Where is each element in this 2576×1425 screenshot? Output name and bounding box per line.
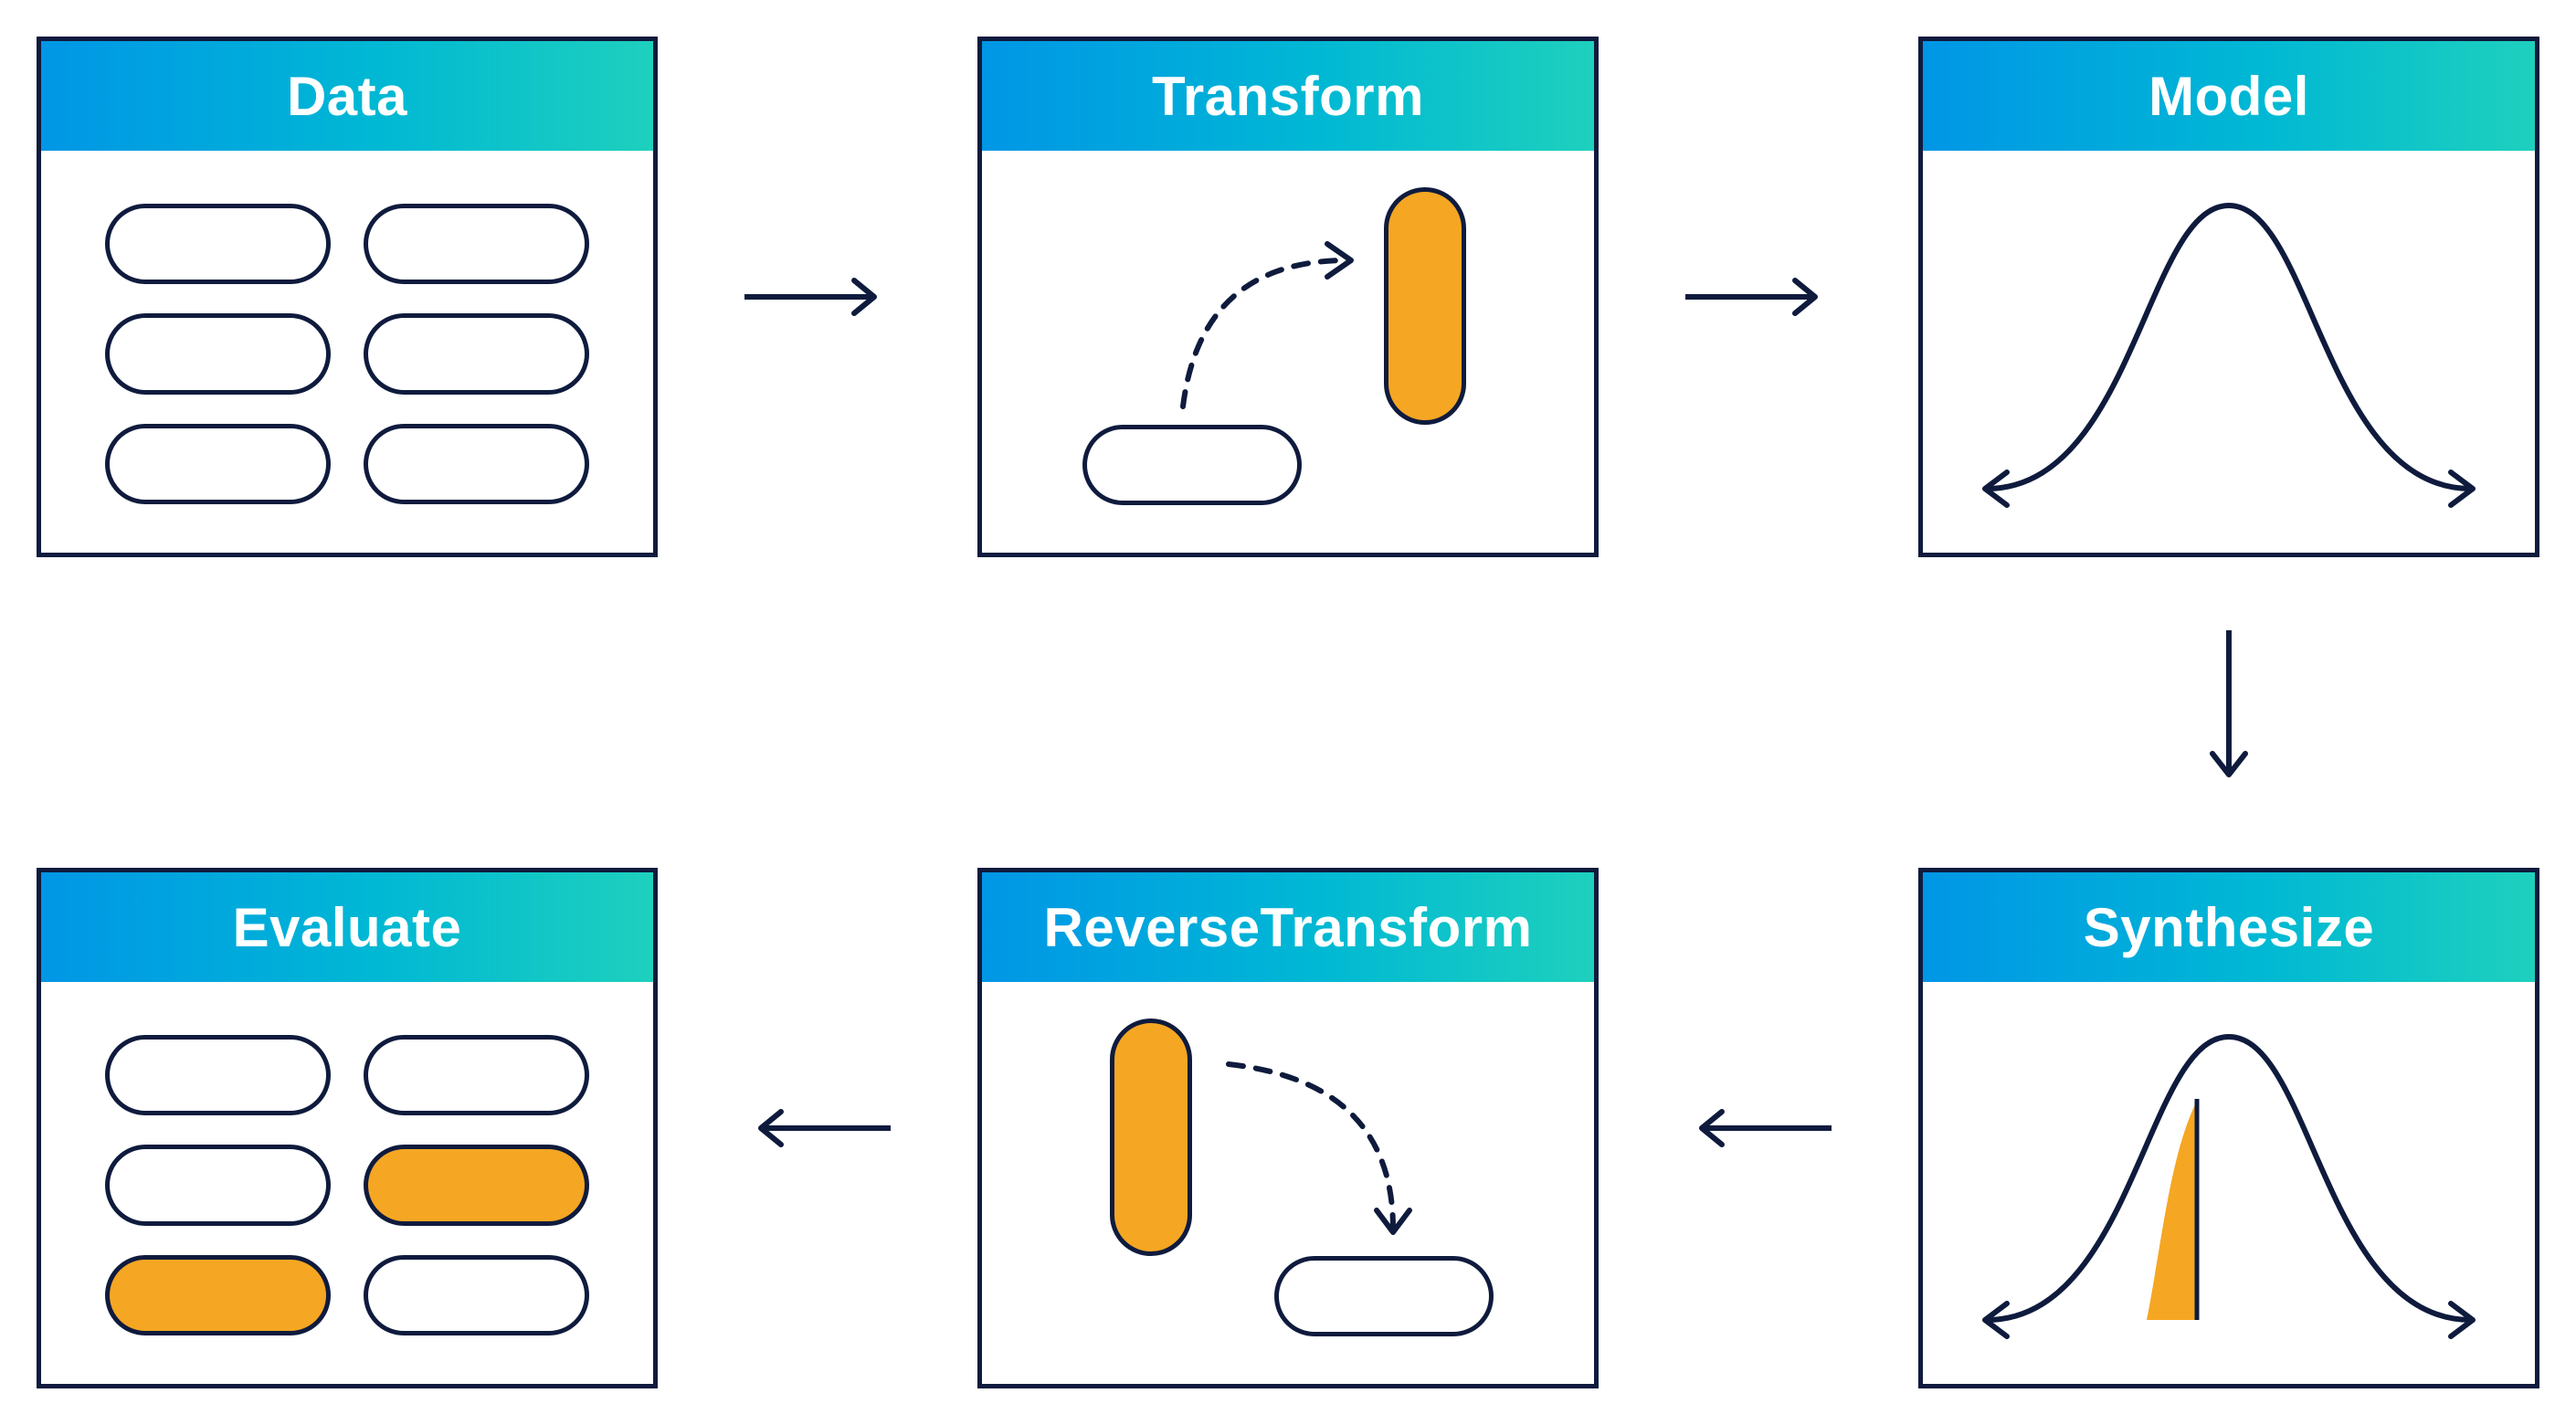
card-reverse-transform-body xyxy=(982,982,1594,1388)
transform-pill-horizontal xyxy=(1082,425,1302,505)
arrow-down xyxy=(1918,557,2539,868)
card-synthesize-title: Synthesize xyxy=(2084,896,2374,959)
reverse-pill-vertical xyxy=(1110,1019,1192,1256)
reverse-dashed-arrow-icon xyxy=(1201,1037,1439,1274)
card-evaluate-header: Evaluate xyxy=(41,872,653,982)
card-evaluate-title: Evaluate xyxy=(233,896,462,959)
card-synthesize: Synthesize xyxy=(1918,868,2539,1388)
model-bellcurve-icon xyxy=(1923,151,2535,557)
card-model-body xyxy=(1923,151,2535,557)
evaluate-pill xyxy=(105,1035,331,1115)
evaluate-pill-orange xyxy=(364,1145,589,1225)
data-pill xyxy=(105,204,331,284)
card-model-header: Model xyxy=(1923,41,2535,151)
transform-dashed-arrow-icon xyxy=(1165,206,1402,425)
card-evaluate-body xyxy=(41,982,653,1388)
card-model-title: Model xyxy=(2148,65,2309,128)
card-model: Model xyxy=(1918,37,2539,557)
data-pill xyxy=(364,313,589,394)
card-data-title: Data xyxy=(287,65,407,128)
arrow-left-1 xyxy=(1599,868,1918,1388)
card-data: Data xyxy=(37,37,658,557)
data-pill xyxy=(105,424,331,504)
data-pill xyxy=(364,204,589,284)
card-reverse-transform-header: ReverseTransform xyxy=(982,872,1594,982)
card-synthesize-body xyxy=(1923,982,2535,1388)
data-pill xyxy=(105,313,331,394)
data-pill xyxy=(364,424,589,504)
card-reverse-transform-title: ReverseTransform xyxy=(1044,896,1533,959)
card-data-body xyxy=(41,151,653,557)
card-transform-body xyxy=(982,151,1594,557)
card-transform-header: Transform xyxy=(982,41,1594,151)
evaluate-pill xyxy=(105,1145,331,1225)
card-data-header: Data xyxy=(41,41,653,151)
evaluate-pill-orange xyxy=(105,1255,331,1335)
evaluate-pill xyxy=(364,1035,589,1115)
arrow-left-2 xyxy=(658,868,977,1388)
arrow-right-2 xyxy=(1599,37,1918,557)
evaluate-pill xyxy=(364,1255,589,1335)
card-evaluate: Evaluate xyxy=(37,868,658,1388)
card-transform-title: Transform xyxy=(1152,65,1424,128)
arrow-right-1 xyxy=(658,37,977,557)
card-synthesize-header: Synthesize xyxy=(1923,872,2535,982)
card-transform: Transform xyxy=(977,37,1599,557)
synthesize-bellcurve-icon xyxy=(1923,982,2535,1388)
card-reverse-transform: ReverseTransform xyxy=(977,868,1599,1388)
